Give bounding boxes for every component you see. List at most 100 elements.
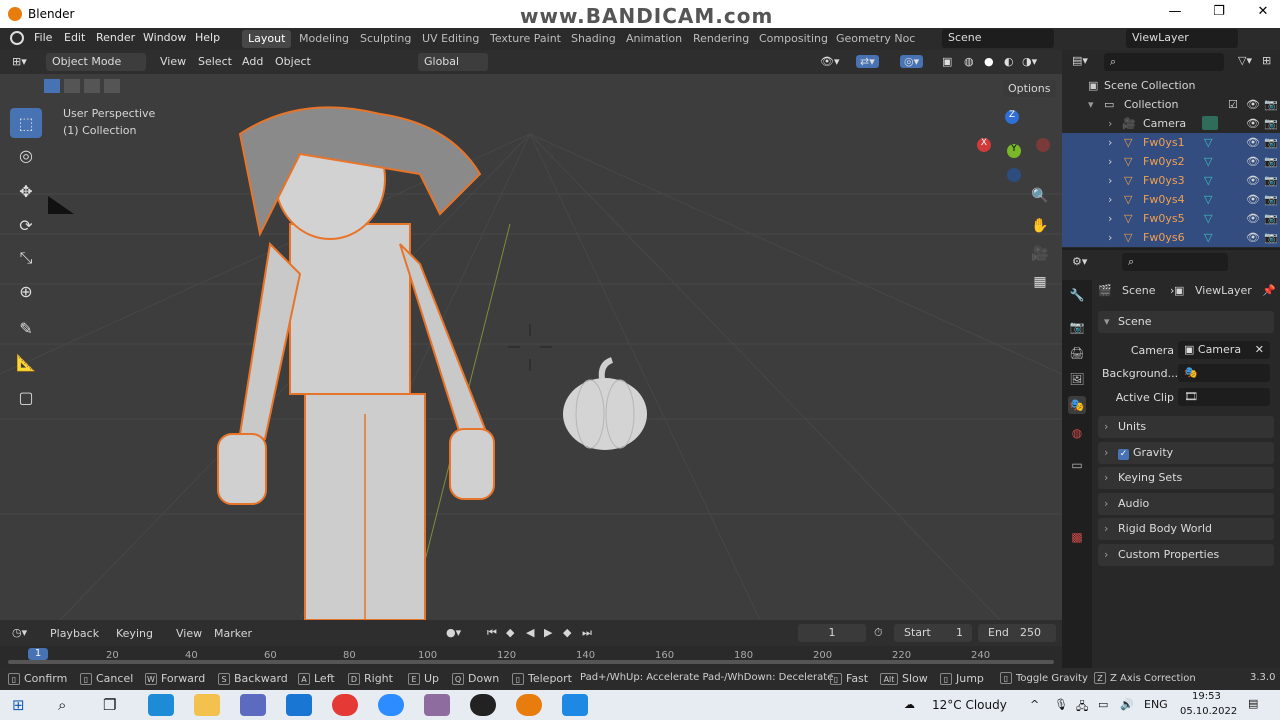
expand-chevron-icon[interactable]: › <box>1108 212 1112 225</box>
rotate-tool-icon[interactable]: ⟳ <box>10 210 42 240</box>
camera-render-icon[interactable]: 📷 <box>1264 117 1278 130</box>
task-view-icon[interactable]: ❐ <box>103 696 116 714</box>
cursor-tool-icon[interactable]: ◎ <box>10 140 42 170</box>
gravity-checkbox[interactable]: ✓ <box>1118 449 1129 460</box>
list-item[interactable]: › ▽ Fw0ys5 ▽ 👁 📷 <box>1062 209 1280 228</box>
list-item[interactable]: › ▽ Fw0ys2 ▽ 👁 📷 <box>1062 152 1280 171</box>
menu-keying[interactable]: Keying <box>116 627 153 640</box>
expand-chevron-icon[interactable]: › <box>1108 231 1112 244</box>
filter-icon[interactable]: ▽▾ <box>1238 54 1252 67</box>
viewlayer-selector[interactable]: ViewLayer <box>1126 29 1238 48</box>
mesh-data-icon[interactable]: ▽ <box>1204 212 1212 225</box>
expand-chevron-icon[interactable]: › <box>1108 136 1112 149</box>
checkbox-icon[interactable]: ☑ <box>1228 98 1238 111</box>
camera-render-icon[interactable]: 📷 <box>1264 231 1278 244</box>
new-collection-icon[interactable]: ⊞ <box>1262 54 1271 67</box>
clear-camera-icon[interactable]: ✕ <box>1255 343 1264 356</box>
playhead[interactable]: 1 <box>28 648 48 660</box>
app-icon[interactable] <box>424 694 450 716</box>
eye-icon[interactable]: 👁 <box>1246 155 1260 168</box>
background-field[interactable]: 🎭 <box>1178 364 1270 382</box>
jump-keyframe-forward-icon[interactable]: ◆ <box>563 626 571 639</box>
expand-chevron-icon[interactable]: ▾ <box>1088 98 1094 111</box>
notifications-icon[interactable]: ▤ <box>1248 697 1258 710</box>
transform-orientation[interactable]: Global <box>418 53 488 71</box>
camera-render-icon[interactable]: 📷 <box>1264 98 1278 111</box>
network-icon[interactable]: 🖧 <box>1076 698 1088 717</box>
gizmo-neg-x[interactable] <box>1036 138 1050 152</box>
menu-object[interactable]: Object <box>275 55 311 68</box>
blender-taskbar-icon[interactable] <box>516 694 542 716</box>
eye-icon[interactable]: 👁 <box>1246 193 1260 206</box>
measure-tool-icon[interactable]: 📐 <box>10 347 42 377</box>
select-box-tool-icon[interactable]: ⬚ <box>10 108 42 138</box>
play-icon[interactable]: ▶ <box>544 626 552 639</box>
expand-chevron-icon[interactable]: › <box>1108 117 1112 130</box>
jump-start-icon[interactable]: ⏮ <box>487 626 497 640</box>
mesh-data-icon[interactable]: ▽ <box>1204 193 1212 206</box>
camera-render-icon[interactable]: 📷 <box>1264 136 1278 149</box>
play-reverse-icon[interactable]: ◀ <box>526 626 534 639</box>
list-item[interactable]: › ▽ Fw0ys6 ▽ 👁 📷 <box>1062 228 1280 247</box>
menu-select[interactable]: Select <box>198 55 232 68</box>
timeline-editor-icon[interactable]: ◷▾ <box>12 626 27 639</box>
scene-selector[interactable]: Scene <box>942 29 1054 48</box>
list-item[interactable]: › 🎥 Camera 👁 📷 <box>1062 114 1280 133</box>
mode-selector[interactable]: Object Mode <box>46 53 146 71</box>
rigid-body-world-panel-header[interactable]: › Rigid Body World <box>1098 518 1274 540</box>
wireframe-shading-icon[interactable]: ◍ <box>964 55 974 68</box>
list-item[interactable]: ▾ ▭ Collection ☑ 👁 📷 <box>1062 95 1280 114</box>
blender-menu-icon[interactable] <box>10 31 24 45</box>
list-item[interactable]: ▣ Scene Collection <box>1062 76 1280 95</box>
clock-date[interactable]: 05.10.2022 <box>1180 706 1237 717</box>
gizmo-neg-z[interactable] <box>1007 168 1021 182</box>
scene-panel-header[interactable]: ▾ Scene <box>1098 311 1274 333</box>
zoom-icon[interactable]: 🔍 <box>1028 184 1052 208</box>
file-explorer-icon[interactable] <box>194 694 220 716</box>
keying-sets-panel-header[interactable]: › Keying Sets <box>1098 467 1274 489</box>
mail-icon[interactable] <box>286 694 312 716</box>
render-tab-icon[interactable]: 📷 <box>1068 318 1086 336</box>
gizmo-y-axis[interactable]: Y <box>1007 144 1021 158</box>
outliner-search-input[interactable]: ⌕ <box>1104 53 1224 71</box>
language-label[interactable]: ENG <box>1144 698 1168 711</box>
tab-uv-editing[interactable]: UV Editing <box>416 30 485 48</box>
properties-search-input[interactable]: ⌕ <box>1122 253 1228 271</box>
display-icon[interactable]: ▭ <box>1098 698 1108 711</box>
navigation-gizmo[interactable]: Z X Y <box>974 110 1054 190</box>
store-icon[interactable] <box>240 694 266 716</box>
camera-field[interactable]: ▣ Camera ✕ <box>1178 341 1270 359</box>
annotate-tool-icon[interactable]: ✎ <box>10 313 42 343</box>
solid-shading-icon[interactable]: ● <box>984 55 994 68</box>
volume-icon[interactable]: 🔊 <box>1120 698 1134 711</box>
eye-icon[interactable]: 👁 <box>1246 174 1260 187</box>
bandicam-icon[interactable] <box>470 694 496 716</box>
tab-animation[interactable]: Animation <box>620 30 688 48</box>
eye-icon[interactable]: 👁 <box>1246 98 1260 111</box>
gizmo-toggle-icon[interactable]: ⇄▾ <box>856 55 879 68</box>
3d-viewport[interactable]: ⊞▾ Object Mode View Select Add Object Gl… <box>0 50 1062 620</box>
editor-type-icon[interactable]: ⊞▾ <box>12 55 27 68</box>
maximize-button[interactable]: ❐ <box>1204 4 1234 19</box>
tab-layout[interactable]: Layout <box>242 30 292 48</box>
mesh-data-icon[interactable]: ▽ <box>1204 231 1212 244</box>
tab-sculpting[interactable]: Sculpting <box>354 30 417 48</box>
eye-icon[interactable]: 👁 <box>1246 212 1260 225</box>
app-icon[interactable] <box>562 694 588 716</box>
camera-render-icon[interactable]: 📷 <box>1264 174 1278 187</box>
rendered-shading-icon[interactable]: ◑▾ <box>1022 55 1037 68</box>
list-item[interactable]: › ▽ Fw0ys4 ▽ 👁 📷 <box>1062 190 1280 209</box>
output-tab-icon[interactable]: 🖨 <box>1068 344 1086 362</box>
windows-start-icon[interactable]: ⊞ <box>12 696 25 714</box>
gravity-panel-header[interactable]: › ✓ Gravity <box>1098 442 1274 464</box>
menu-view[interactable]: View <box>176 627 202 640</box>
camera-view-icon[interactable]: 🎥 <box>1028 242 1052 266</box>
texture-tab-icon[interactable]: ▩ <box>1068 528 1086 546</box>
menu-marker[interactable]: Marker <box>214 627 252 640</box>
gizmo-x-axis[interactable]: X <box>977 138 991 152</box>
weather-label[interactable]: 12°C Cloudy <box>932 698 1007 712</box>
search-icon[interactable]: ⌕ <box>58 696 66 714</box>
menu-playback[interactable]: Playback <box>50 627 99 640</box>
overlay-toggle-icon[interactable]: ◎▾ <box>900 55 924 68</box>
options-dropdown[interactable]: Options <box>1002 80 1057 97</box>
